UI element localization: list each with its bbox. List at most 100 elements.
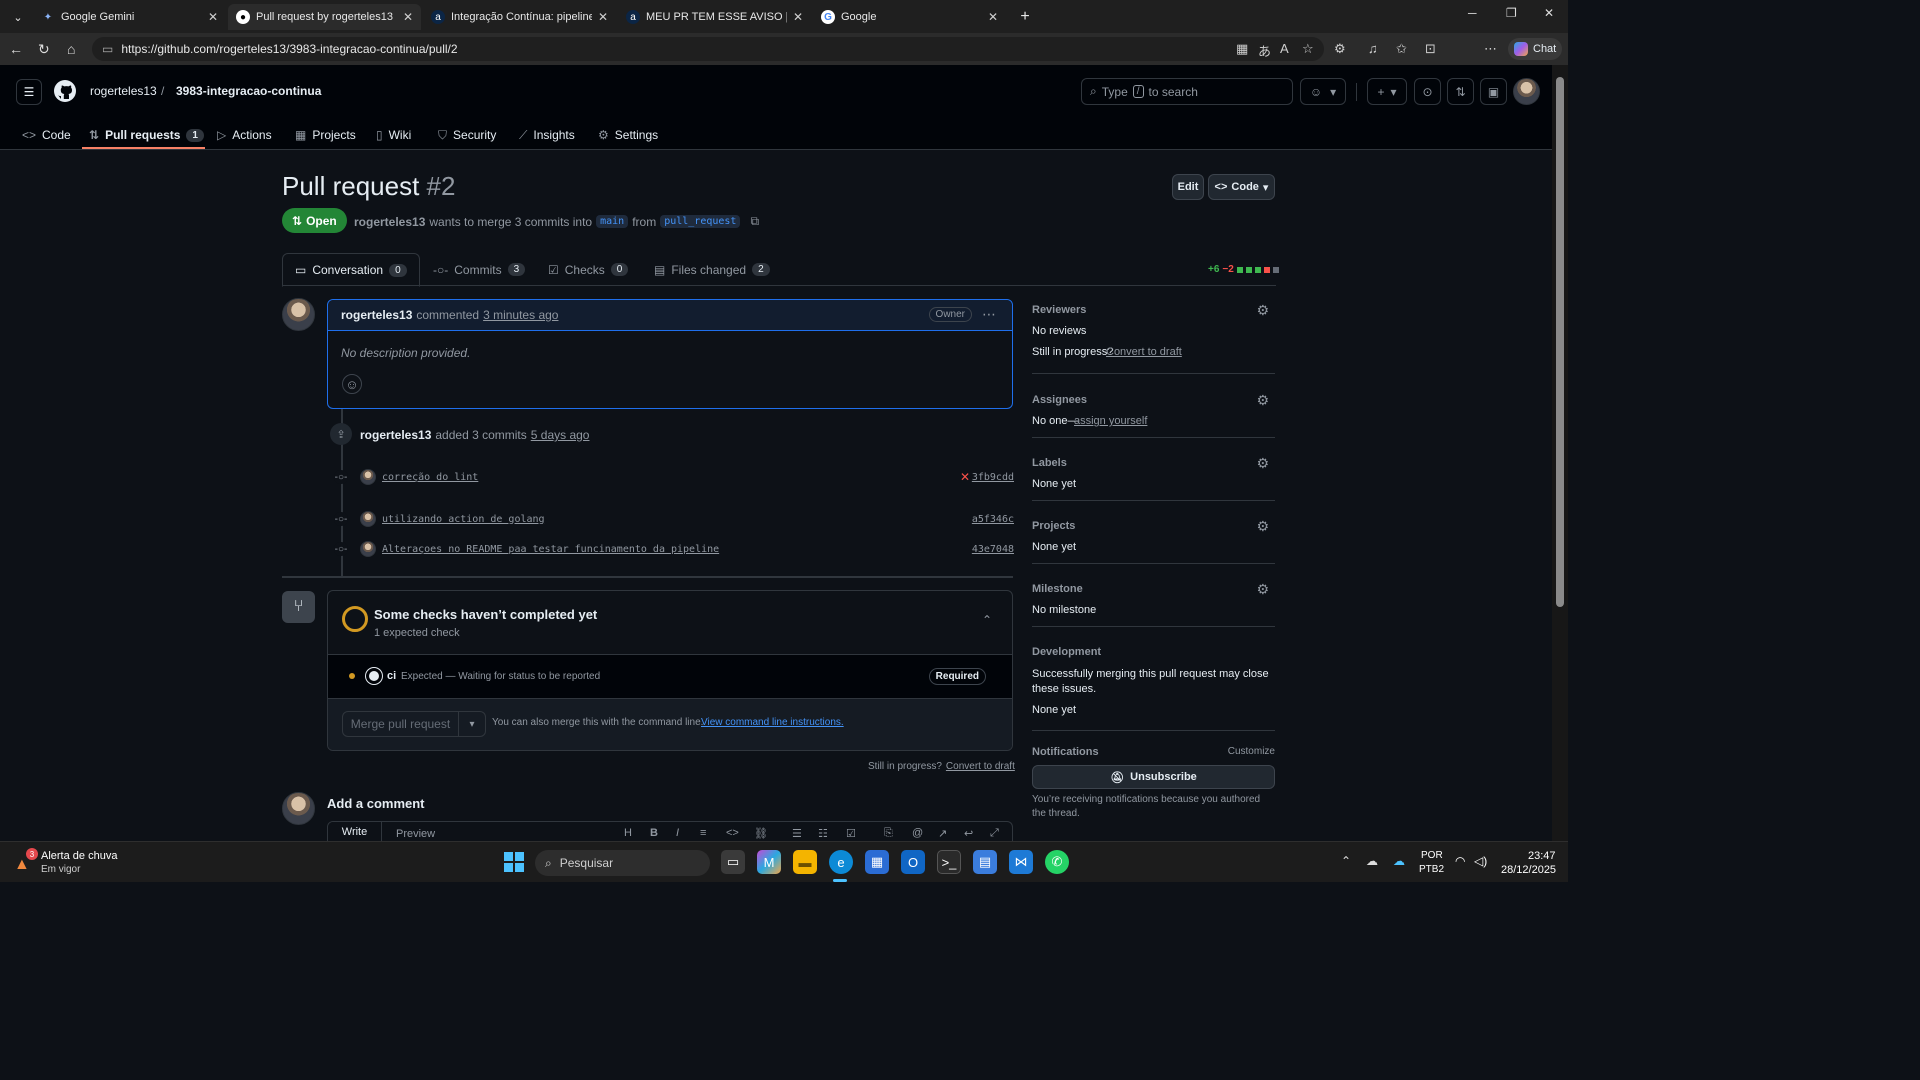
x-fail-icon[interactable]: ✕ bbox=[960, 470, 970, 484]
unsubscribe-button[interactable]: 🔕︎ Unsubscribe bbox=[1032, 765, 1275, 789]
vscode-icon[interactable]: ⋈ bbox=[1009, 850, 1033, 874]
repo-tab-settings[interactable]: ⚙ Settings bbox=[598, 121, 658, 149]
mention-icon[interactable]: @ bbox=[912, 827, 923, 839]
commit-sha-link[interactable]: 3fb9cdd bbox=[972, 472, 1014, 483]
file-explorer-icon[interactable]: ▬ bbox=[793, 850, 817, 874]
paperclip-icon[interactable]: ⎘ bbox=[884, 827, 893, 840]
extensions-icon[interactable]: ⚙ bbox=[1334, 41, 1346, 57]
pull-requests-button[interactable]: ⇅ bbox=[1447, 78, 1474, 105]
windows-start-button[interactable] bbox=[502, 850, 526, 874]
taskbar-search-box[interactable]: ⌕ Pesquisar bbox=[535, 850, 710, 876]
browser-tab-github[interactable]: ● Pull request by rogerteles13 · Pull r … bbox=[228, 4, 421, 30]
gear-icon[interactable]: ⚙ bbox=[1256, 518, 1269, 535]
customize-link[interactable]: Customize bbox=[1228, 746, 1275, 757]
browser-tab-gemini[interactable]: ✦ Google Gemini ✕ bbox=[33, 4, 226, 30]
close-icon[interactable]: ✕ bbox=[403, 10, 413, 24]
projects-title[interactable]: Projects bbox=[1032, 520, 1075, 532]
commit-author-avatar[interactable] bbox=[360, 541, 376, 557]
reviewers-title[interactable]: Reviewers bbox=[1032, 304, 1086, 316]
minimize-icon[interactable]: ─ bbox=[1468, 6, 1477, 20]
address-bar[interactable]: ▭ https://github.com/rogerteles13/3983-i… bbox=[92, 37, 1324, 61]
browser-tab-alura-course[interactable]: a Integração Contínua: pipelines e tes ✕ bbox=[423, 4, 616, 30]
kebab-menu-icon[interactable]: ⋯ bbox=[982, 306, 996, 323]
favorite-star-icon[interactable]: ☆ bbox=[1302, 41, 1314, 57]
cross-reference-icon[interactable]: ↗ bbox=[938, 827, 947, 840]
commit-sha-link[interactable]: a5f346c bbox=[972, 514, 1014, 525]
edit-title-button[interactable]: Edit bbox=[1172, 174, 1204, 200]
clock-time[interactable]: 23:47 bbox=[1528, 850, 1556, 862]
gear-icon[interactable]: ⚙ bbox=[1256, 455, 1269, 472]
hamburger-menu-button[interactable]: ☰ bbox=[16, 79, 42, 105]
chevron-up-icon[interactable]: ⌃ bbox=[982, 613, 992, 627]
code-icon[interactable]: <> bbox=[726, 827, 739, 839]
repo-tab-pull-requests[interactable]: ⇅ Pull requests 1 bbox=[89, 121, 204, 149]
more-options-icon[interactable]: ⋯ bbox=[1484, 41, 1497, 57]
translate-icon[interactable]: あ bbox=[1258, 41, 1271, 60]
write-tab[interactable]: Write bbox=[328, 822, 382, 841]
close-icon[interactable]: ✕ bbox=[208, 10, 218, 24]
notepad-icon[interactable]: ▤ bbox=[973, 850, 997, 874]
pr-author-link[interactable]: rogerteles13 bbox=[354, 215, 425, 229]
github-logo-icon[interactable] bbox=[53, 79, 77, 103]
issues-button[interactable]: ⊙ bbox=[1414, 78, 1441, 105]
head-branch[interactable]: pull_request bbox=[660, 215, 741, 228]
heading-icon[interactable]: H bbox=[624, 827, 632, 839]
copilot-chat-button[interactable]: Chat bbox=[1508, 38, 1562, 60]
commit-author-avatar[interactable] bbox=[360, 511, 376, 527]
assignees-title[interactable]: Assignees bbox=[1032, 394, 1087, 406]
new-tab-button[interactable]: + bbox=[1012, 4, 1038, 30]
onedrive-sync-icon[interactable]: ☁ bbox=[1366, 854, 1378, 868]
search-input[interactable]: ⌕ Type / to search bbox=[1081, 78, 1293, 105]
tab-commits[interactable]: -○- Commits 3 bbox=[421, 253, 537, 286]
repo-owner-link[interactable]: rogerteles13 bbox=[90, 84, 157, 98]
event-author-link[interactable]: rogerteles13 bbox=[360, 428, 431, 442]
italic-icon[interactable]: I bbox=[676, 827, 679, 839]
weather-widget[interactable]: ▲ 3 bbox=[14, 848, 38, 873]
link-icon[interactable]: ⛓ bbox=[754, 827, 768, 840]
screenshot-icon[interactable]: ⊡ bbox=[1425, 41, 1436, 57]
close-icon[interactable]: ✕ bbox=[793, 10, 803, 24]
repo-tab-code[interactable]: <> Code bbox=[22, 121, 71, 149]
code-dropdown-button[interactable]: <> Code ▾ bbox=[1208, 174, 1275, 200]
clock-date[interactable]: 28/12/2025 bbox=[1501, 864, 1556, 876]
site-info-icon[interactable]: ▭ bbox=[102, 42, 113, 56]
current-user-avatar[interactable] bbox=[282, 792, 315, 825]
tab-conversation[interactable]: ▭ Conversation 0 bbox=[282, 253, 420, 287]
ordered-list-icon[interactable]: ☰ bbox=[792, 827, 802, 840]
page-scrollbar[interactable] bbox=[1552, 65, 1568, 841]
repo-tab-wiki[interactable]: ▯ Wiki bbox=[376, 121, 411, 149]
repo-tab-actions[interactable]: ▷ Actions bbox=[217, 121, 272, 149]
read-aloud-icon[interactable]: A bbox=[1280, 41, 1289, 56]
gear-icon[interactable]: ⚙ bbox=[1256, 392, 1269, 409]
repo-tab-projects[interactable]: ▦ Projects bbox=[295, 121, 356, 149]
close-icon[interactable]: ✕ bbox=[988, 10, 998, 24]
home-icon[interactable]: ⌂ bbox=[67, 41, 75, 57]
base-branch[interactable]: main bbox=[596, 215, 629, 228]
browser-essentials-icon[interactable]: ♫ bbox=[1368, 41, 1378, 56]
edge-browser-icon[interactable]: e bbox=[829, 850, 853, 874]
unordered-list-icon[interactable]: ☷ bbox=[818, 827, 828, 840]
labels-title[interactable]: Labels bbox=[1032, 457, 1067, 469]
repo-tab-security[interactable]: ⛉ Security bbox=[438, 121, 496, 149]
wifi-icon[interactable]: ◠ bbox=[1455, 854, 1465, 868]
gear-icon[interactable]: ⚙ bbox=[1256, 581, 1269, 598]
window-close-icon[interactable]: ✕ bbox=[1544, 6, 1554, 20]
tab-actions-menu[interactable]: ⌄ bbox=[8, 4, 28, 30]
fullscreen-icon[interactable]: ⤢ bbox=[990, 827, 999, 840]
tab-checks[interactable]: ☑ Checks 0 bbox=[536, 253, 640, 286]
gear-icon[interactable]: ⚙ bbox=[1256, 302, 1269, 319]
task-list-icon[interactable]: ☑ bbox=[846, 827, 856, 840]
browser-tab-alura-forum[interactable]: a MEU PR TEM ESSE AVISO | Integraç ✕ bbox=[618, 4, 811, 30]
microsoft-365-icon[interactable]: M bbox=[757, 850, 781, 874]
event-timestamp[interactable]: 5 days ago bbox=[531, 428, 590, 442]
close-icon[interactable]: ✕ bbox=[598, 10, 608, 24]
convert-to-draft-link[interactable]: Convert to draft bbox=[946, 761, 1015, 772]
milestone-title[interactable]: Milestone bbox=[1032, 583, 1083, 595]
tab-files-changed[interactable]: ▤ Files changed 2 bbox=[642, 253, 782, 286]
outlook-icon[interactable]: O bbox=[901, 850, 925, 874]
add-reaction-button[interactable]: ☺ bbox=[342, 374, 362, 394]
repo-tab-insights[interactable]: ⟋ Insights bbox=[519, 121, 575, 149]
user-avatar-menu[interactable] bbox=[1513, 78, 1540, 105]
keyboard-layout[interactable]: PTB2 bbox=[1419, 864, 1444, 875]
app-available-icon[interactable]: ▦ bbox=[1236, 41, 1248, 57]
